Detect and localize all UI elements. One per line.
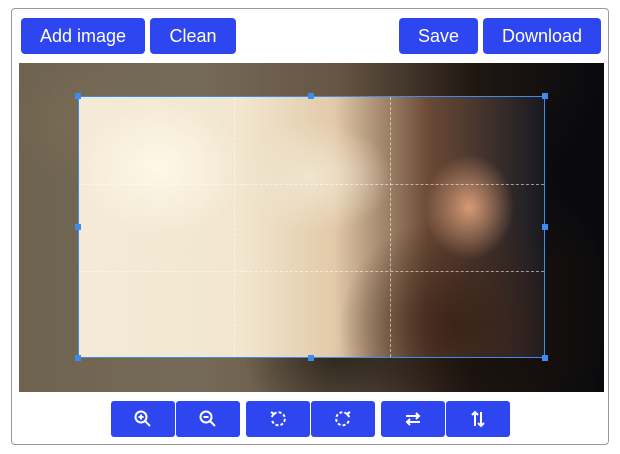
crop-handle-nw[interactable] [75, 93, 81, 99]
crop-handle-w[interactable] [75, 224, 81, 230]
crop-mask-bottom [19, 358, 604, 392]
crop-mask-left [19, 96, 78, 358]
rotate-left-button[interactable] [246, 401, 310, 437]
crop-guide-horizontal [79, 184, 544, 185]
image-canvas[interactable] [19, 63, 604, 392]
crop-handle-sw[interactable] [75, 355, 81, 361]
flip-horizontal-button[interactable] [381, 401, 445, 437]
download-button[interactable]: Download [483, 18, 601, 54]
zoom-out-icon [199, 410, 216, 427]
crop-mask-right [545, 96, 604, 358]
crop-guide-horizontal [79, 271, 544, 272]
flip-horizontal-icon [405, 412, 421, 426]
rotate-right-button[interactable] [311, 401, 375, 437]
flip-vertical-button[interactable] [446, 401, 510, 437]
crop-handle-e[interactable] [542, 224, 548, 230]
zoom-out-button[interactable] [176, 401, 240, 437]
zoom-in-icon [134, 410, 151, 427]
crop-box[interactable] [78, 96, 545, 358]
crop-handle-ne[interactable] [542, 93, 548, 99]
crop-guide-vertical [234, 97, 235, 357]
zoom-in-button[interactable] [111, 401, 175, 437]
clean-button[interactable]: Clean [150, 18, 236, 54]
crop-handle-n[interactable] [308, 93, 314, 99]
flip-vertical-icon [471, 410, 485, 428]
crop-handle-s[interactable] [308, 355, 314, 361]
crop-mask-top [19, 63, 604, 96]
crop-preview [79, 97, 544, 357]
rotate-right-icon [335, 411, 351, 427]
rotate-left-icon [270, 411, 286, 427]
crop-guide-vertical [390, 97, 391, 357]
save-button[interactable]: Save [399, 18, 478, 54]
add-image-button[interactable]: Add image [21, 18, 145, 54]
crop-handle-se[interactable] [542, 355, 548, 361]
